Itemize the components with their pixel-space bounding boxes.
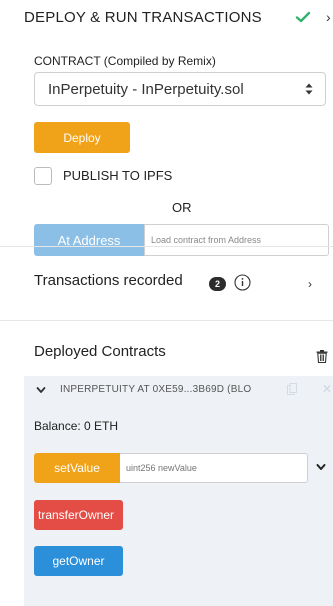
contract-label: CONTRACT (Compiled by Remix) — [34, 54, 216, 68]
deployed-contracts-label: Deployed Contracts — [34, 343, 166, 360]
copy-icon[interactable] — [287, 383, 297, 395]
close-icon[interactable]: › — [326, 10, 333, 24]
trash-icon[interactable] — [316, 350, 328, 363]
instance-close-icon[interactable]: ✕ — [322, 382, 332, 396]
deployed-contract-instance: INPERPETUITY AT 0XE59...3B69D (BLO ✕ Bal… — [24, 376, 333, 606]
at-address-button[interactable]: At Address — [34, 224, 144, 256]
panel-title: DEPLOY & RUN TRANSACTIONS — [24, 9, 262, 26]
chevron-down-icon[interactable] — [36, 385, 46, 395]
getowner-button[interactable]: getOwner — [34, 546, 123, 576]
check-icon — [295, 11, 311, 23]
publish-ipfs-label: PUBLISH TO IPFS — [63, 168, 173, 183]
instance-title: INPERPETUITY AT 0XE59...3B69D (BLO — [60, 384, 252, 395]
transferowner-button[interactable]: transferOwner — [34, 500, 123, 530]
panel-header: DEPLOY & RUN TRANSACTIONS › — [0, 0, 333, 36]
transactions-count-badge: 2 — [209, 277, 226, 291]
divider — [0, 320, 333, 321]
chevron-down-icon[interactable] — [316, 462, 326, 472]
contract-label-sub: (Compiled by Remix) — [103, 54, 216, 68]
info-icon[interactable] — [234, 274, 251, 291]
chevron-right-icon[interactable]: › — [308, 277, 318, 291]
select-arrows-icon — [305, 83, 313, 95]
contract-select-value: InPerpetuity - InPerpetuity.sol — [48, 81, 244, 98]
instance-balance: Balance: 0 ETH — [34, 419, 119, 433]
address-input[interactable] — [144, 224, 329, 256]
contract-select[interactable]: InPerpetuity - InPerpetuity.sol — [34, 72, 326, 106]
or-label: OR — [172, 200, 192, 215]
setvalue-button[interactable]: setValue — [34, 453, 120, 483]
setvalue-input[interactable] — [120, 453, 308, 483]
transactions-recorded-label[interactable]: Transactions recorded — [34, 272, 183, 289]
contract-label-main: CONTRACT — [34, 54, 101, 68]
publish-ipfs-checkbox[interactable] — [34, 167, 52, 185]
divider — [0, 246, 333, 247]
deploy-button[interactable]: Deploy — [34, 122, 130, 153]
